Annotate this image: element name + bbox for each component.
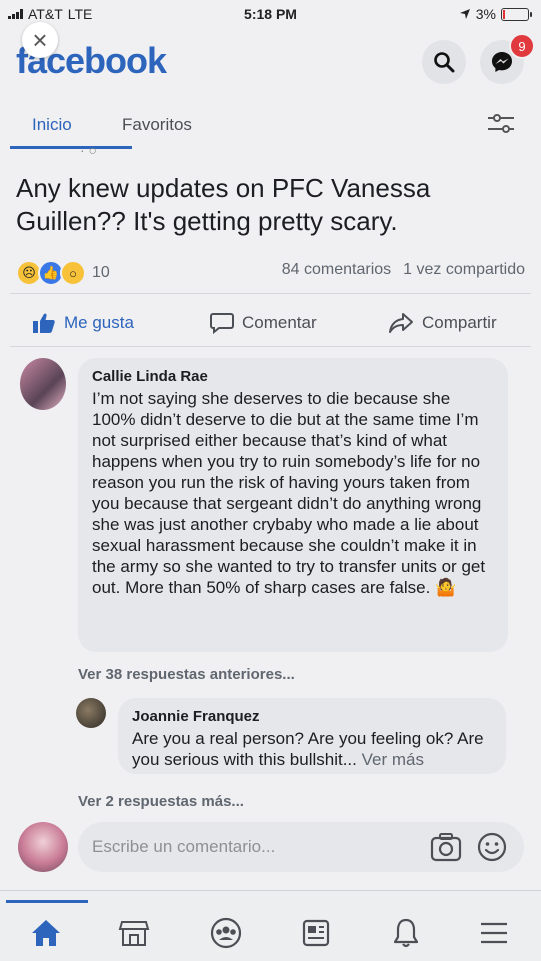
comment-button[interactable]: Comentar bbox=[210, 312, 317, 334]
marketplace-icon bbox=[118, 921, 150, 946]
nav-home[interactable] bbox=[28, 915, 64, 951]
previous-replies-link[interactable]: Ver 38 respuestas anteriores... bbox=[78, 666, 295, 683]
comment-author[interactable]: Callie Linda Rae bbox=[92, 368, 208, 385]
comments-count[interactable]: 84 comentarios bbox=[282, 261, 391, 279]
emoji-button[interactable] bbox=[476, 831, 508, 868]
home-icon bbox=[32, 920, 60, 946]
smiley-icon bbox=[477, 832, 507, 862]
notification-badge: 9 bbox=[509, 33, 535, 59]
messenger-icon bbox=[492, 52, 512, 72]
search-icon bbox=[434, 52, 455, 73]
avatar[interactable] bbox=[18, 822, 68, 872]
tab-favoritos[interactable]: Favoritos bbox=[122, 115, 192, 135]
post-text: Any knew updates on PFC Vanessa Guillen?… bbox=[16, 173, 431, 236]
camera-icon bbox=[430, 833, 462, 862]
close-button[interactable]: × bbox=[22, 22, 58, 58]
reaction-count: 10 bbox=[92, 264, 110, 281]
share-label: Compartir bbox=[422, 313, 497, 332]
close-icon: × bbox=[32, 24, 48, 55]
news-icon bbox=[302, 919, 330, 947]
groups-icon bbox=[210, 917, 242, 949]
nav-marketplace[interactable] bbox=[116, 915, 152, 951]
filter-button[interactable] bbox=[486, 113, 516, 140]
comment-text: I’m not saying she deserves to die becau… bbox=[92, 388, 496, 598]
share-icon bbox=[389, 313, 413, 333]
status-bar: AT&T LTE 5:18 PM 3% bbox=[0, 0, 541, 28]
nav-notifications[interactable] bbox=[388, 915, 424, 951]
search-button[interactable] bbox=[422, 40, 466, 84]
avatar[interactable] bbox=[20, 358, 66, 410]
like-label: Me gusta bbox=[64, 313, 134, 332]
camera-button[interactable] bbox=[430, 832, 462, 867]
more-replies-link[interactable]: Ver 2 respuestas más... bbox=[78, 793, 244, 810]
post-meta-fragment: · ○ bbox=[80, 142, 98, 158]
filter-icon bbox=[488, 114, 514, 133]
reply-author[interactable]: Joannie Franquez bbox=[132, 708, 260, 725]
reply-body: Are you a real person? Are you feeling o… bbox=[132, 729, 484, 769]
comment-icon bbox=[210, 313, 234, 334]
thumbs-up-icon bbox=[33, 313, 55, 333]
comment-body: I’m not saying she deserves to die becau… bbox=[92, 389, 486, 597]
wow-reaction-icon: ○ bbox=[60, 260, 86, 286]
like-button[interactable]: Me gusta bbox=[32, 312, 134, 334]
location-icon bbox=[459, 9, 470, 19]
reply-bubble: Joannie Franquez Are you a real person? … bbox=[118, 698, 506, 774]
bell-icon bbox=[393, 918, 419, 948]
comment-placeholder: Escribe un comentario... bbox=[92, 837, 276, 856]
shrug-emoji-icon: 🤷 bbox=[435, 578, 457, 597]
comment-input[interactable]: Escribe un comentario... bbox=[78, 822, 524, 872]
divider bbox=[10, 293, 531, 294]
menu-icon bbox=[481, 922, 507, 944]
reaction-summary[interactable]: ☹ 👍 ○ 10 bbox=[16, 260, 110, 286]
status-right: 3% bbox=[459, 6, 532, 22]
battery-percent: 3% bbox=[475, 6, 496, 22]
avatar[interactable] bbox=[76, 698, 106, 728]
active-tab-indicator bbox=[10, 146, 132, 149]
comment-label: Comentar bbox=[242, 313, 317, 332]
see-more-link[interactable]: Ver más bbox=[362, 750, 424, 769]
active-nav-indicator bbox=[6, 900, 88, 903]
share-button[interactable]: Compartir bbox=[388, 312, 497, 334]
comment-bubble: Callie Linda Rae I’m not saying she dese… bbox=[78, 358, 508, 652]
divider bbox=[10, 346, 531, 347]
post-stats: 84 comentarios 1 vez compartido bbox=[282, 261, 525, 279]
tab-inicio[interactable]: Inicio bbox=[32, 115, 72, 135]
nav-news[interactable] bbox=[298, 915, 334, 951]
nav-groups[interactable] bbox=[208, 915, 244, 951]
nav-menu[interactable] bbox=[476, 915, 512, 951]
shares-count[interactable]: 1 vez compartido bbox=[403, 261, 525, 279]
battery-icon bbox=[501, 7, 532, 21]
reply-text: Are you a real person? Are you feeling o… bbox=[132, 728, 498, 770]
